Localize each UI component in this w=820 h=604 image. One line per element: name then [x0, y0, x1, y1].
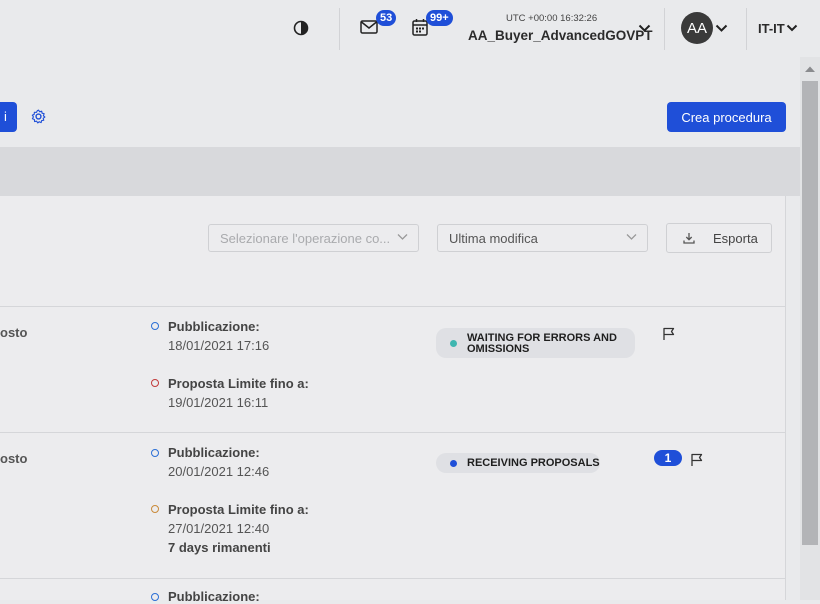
sort-select-value: Ultima modifica: [449, 230, 538, 246]
deadline-label: Proposta Limite fino a:: [168, 376, 309, 391]
scroll-up-icon[interactable]: [804, 65, 816, 73]
deadline-dot: [151, 379, 159, 387]
scrollbar-thumb[interactable]: [802, 81, 818, 545]
chevron-down-icon[interactable]: [786, 24, 798, 33]
calendar-badge: 99+: [426, 10, 453, 26]
publication-dot: [151, 322, 159, 330]
chevron-down-icon: [626, 233, 637, 241]
row-title: osto: [0, 325, 28, 340]
deadline-date: 19/01/2021 16:11: [168, 395, 269, 410]
status-badge: RECEIVING PROPOSALS: [436, 453, 600, 473]
server-time: UTC +00:00 16:32:26: [506, 13, 598, 24]
chevron-down-icon: [397, 233, 408, 241]
row-divider: [0, 306, 785, 307]
row-title: osto: [0, 451, 28, 466]
divider: [339, 8, 340, 50]
export-label: Esporta: [713, 230, 758, 246]
mail-icon[interactable]: [360, 20, 378, 34]
chevron-down-icon[interactable]: [715, 24, 728, 33]
publication-label: Pubblicazione:: [168, 319, 260, 334]
gear-icon[interactable]: [31, 109, 46, 124]
deadline-label: Proposta Limite fino a:: [168, 502, 309, 517]
mail-badge: 53: [376, 10, 397, 26]
row-divider: [0, 578, 785, 579]
button-label: i: [4, 109, 7, 124]
avatar[interactable]: AA: [681, 12, 713, 44]
message-count-badge[interactable]: 1: [654, 450, 682, 466]
divider: [746, 8, 747, 50]
status-dot: [450, 460, 457, 467]
sort-select[interactable]: Ultima modifica: [437, 224, 648, 252]
remaining-time: 7 days rimanenti: [168, 540, 271, 555]
download-icon: [683, 232, 695, 244]
flag-icon[interactable]: [662, 327, 676, 341]
status-dot: [450, 340, 457, 347]
operation-select-placeholder: Selezionare l'operazione co...: [220, 230, 391, 246]
procedures-panel: Selezionare l'operazione co... Ultima mo…: [0, 196, 786, 604]
status-badge: WAITING FOR ERRORS AND OMISSIONS: [436, 328, 635, 358]
export-button[interactable]: Esporta: [666, 223, 772, 253]
status-text-line2: OMISSIONS: [467, 343, 530, 355]
contrast-icon[interactable]: [293, 20, 309, 36]
divider: [664, 8, 665, 50]
deadline-date: 27/01/2021 12:40: [168, 521, 270, 536]
primary-action-button[interactable]: i: [0, 102, 17, 132]
create-procedure-button[interactable]: Crea procedura: [667, 102, 786, 132]
publication-date: 18/01/2021 17:16: [168, 338, 270, 353]
username[interactable]: AA_Buyer_AdvancedGOVPT: [468, 28, 653, 43]
publication-dot: [151, 449, 159, 457]
flag-icon[interactable]: [690, 453, 704, 467]
language-selector[interactable]: IT-IT: [758, 21, 785, 36]
tabs-band: [0, 147, 800, 196]
publication-label: Pubblicazione:: [168, 589, 260, 604]
status-text: RECEIVING PROPOSALS: [467, 457, 600, 469]
chevron-down-icon[interactable]: [638, 24, 651, 33]
publication-date: 20/01/2021 12:46: [168, 464, 270, 479]
publication-label: Pubblicazione:: [168, 445, 260, 460]
deadline-dot: [151, 505, 159, 513]
row-divider: [0, 432, 785, 433]
top-bar: 53 99+ UTC +00:00 16:32:26 AA_Buyer_Adva…: [0, 0, 800, 57]
operation-select[interactable]: Selezionare l'operazione co...: [208, 224, 419, 252]
